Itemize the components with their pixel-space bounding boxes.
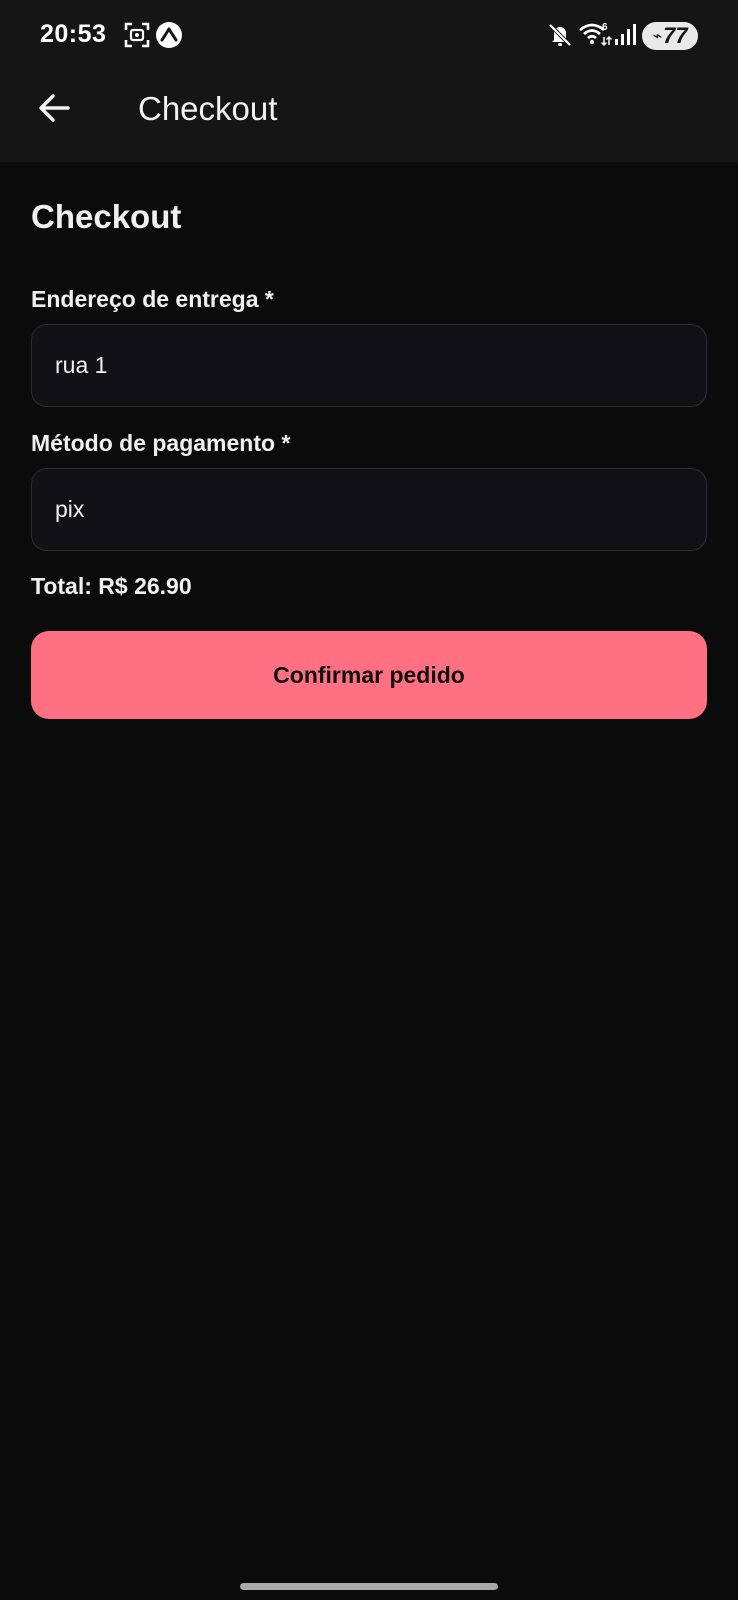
charging-bolt-icon: ⌁ bbox=[652, 28, 663, 45]
expo-icon bbox=[156, 22, 182, 48]
address-label: Endereço de entrega * bbox=[31, 286, 274, 312]
wifi-icon: 6 bbox=[579, 22, 612, 47]
payment-method-input[interactable] bbox=[31, 468, 707, 551]
confirm-order-button[interactable]: Confirmar pedido bbox=[31, 631, 707, 719]
page-heading: Checkout bbox=[31, 198, 182, 235]
signal-icon bbox=[615, 24, 636, 45]
battery-level: 77 bbox=[663, 23, 688, 48]
status-bar: 20:53 6 ⌁ 77 bbox=[0, 0, 738, 70]
arrow-left-icon bbox=[39, 94, 70, 122]
order-total: Total: R$ 26.90 bbox=[31, 573, 192, 599]
address-input[interactable] bbox=[31, 324, 707, 407]
home-indicator[interactable] bbox=[240, 1583, 498, 1590]
status-time: 20:53 bbox=[40, 20, 107, 48]
app-bar-title: Checkout bbox=[138, 90, 278, 127]
app-bar: Checkout bbox=[0, 70, 738, 162]
battery-icon: ⌁ 77 bbox=[642, 22, 698, 50]
svg-text:6: 6 bbox=[602, 22, 608, 33]
back-button[interactable] bbox=[30, 84, 78, 132]
payment-method-label: Método de pagamento * bbox=[31, 430, 291, 456]
screenshot-icon bbox=[124, 22, 150, 48]
mute-icon bbox=[548, 23, 572, 47]
